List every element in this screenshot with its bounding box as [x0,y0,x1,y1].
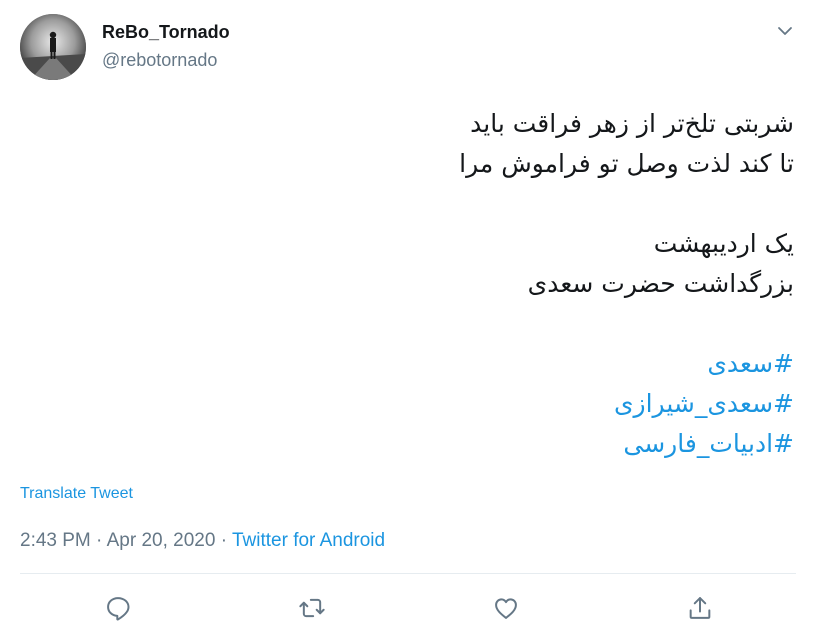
tweet-line: تا کند لذت وصل تو فراموش مرا [459,149,794,178]
translate-tweet-link[interactable]: Translate Tweet [20,485,133,503]
heart-icon[interactable] [492,594,520,622]
avatar[interactable] [20,14,86,80]
username[interactable]: @rebotornado [102,50,217,71]
tweet-line: یک اردیبهشت [653,229,794,258]
hashtag-link[interactable]: #سعدی [707,349,794,378]
meta-separator: · [90,530,107,551]
line-break [34,184,794,224]
reply-icon[interactable] [104,594,132,622]
chevron-down-icon[interactable] [776,22,794,40]
tweet-line: بزرگداشت حضرت سعدی [527,269,794,298]
tweet-text: شربتی تلخ‌تر از زهر فراقت باید تا کند لذ… [34,104,794,464]
share-icon[interactable] [686,594,714,622]
tweet-actions [20,590,796,626]
hashtag-link[interactable]: #سعدی_شیرازی [614,389,794,418]
line-break [34,304,794,344]
tweet-time[interactable]: 2:43 PM [20,530,91,551]
hashtag-link[interactable]: #ادبیات_فارسی [623,429,794,458]
divider [20,573,796,574]
avatar-image [20,14,86,80]
tweet-meta: 2:43 PM · Apr 20, 2020 · Twitter for And… [20,530,385,552]
tweet-source-link[interactable]: Twitter for Android [232,530,385,551]
display-name[interactable]: ReBo_Tornado [102,22,230,43]
retweet-icon[interactable] [298,594,326,622]
meta-separator: · [215,530,232,551]
tweet-line: شربتی تلخ‌تر از زهر فراقت باید [470,109,794,138]
tweet-date[interactable]: Apr 20, 2020 [107,530,216,551]
